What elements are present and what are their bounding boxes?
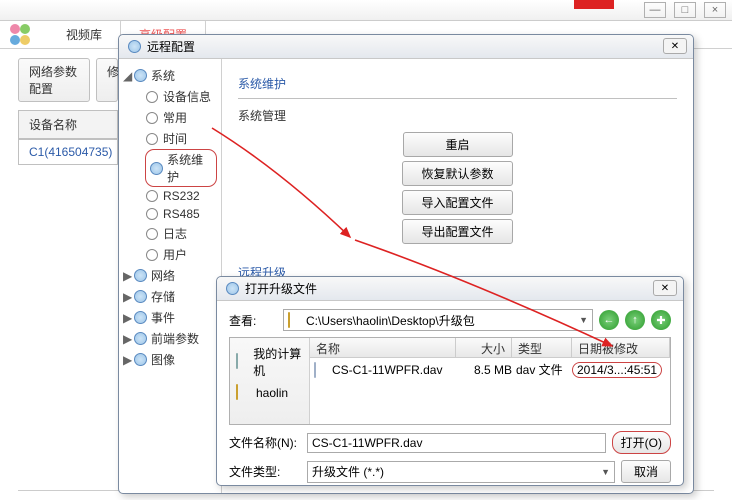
file-row[interactable]: CS-C1-11WPFR.dav 8.5 MB dav 文件 2014/3...… [310,358,670,381]
place-my-computer[interactable]: 我的计算机 [234,342,305,382]
filename-label: 文件名称(N): [229,434,301,451]
open-close-button[interactable]: ✕ [653,280,677,296]
config-tree: ◢系统 设备信息 常用 时间 系统维护 RS232 RS485 日志 用户 ▶网… [119,59,222,493]
app-icon [10,24,32,46]
folder-icon [288,313,302,327]
col-type[interactable]: 类型 [512,338,572,357]
tree-item-time[interactable]: 时间 [145,128,217,149]
col-date[interactable]: 日期被修改 [572,338,670,357]
look-in-combo[interactable]: C:\Users\haolin\Desktop\升级包 ▼ [283,309,593,331]
computer-icon [236,354,249,370]
file-date-highlight: 2014/3...:45:51 [572,362,662,378]
nav-up-button[interactable]: ↑ [625,310,645,330]
nav-back-button[interactable]: ← [599,310,619,330]
col-size[interactable]: 大小 [456,338,512,357]
tree-item-log[interactable]: 日志 [145,223,217,244]
main-close-button[interactable]: × [704,2,726,18]
folder-icon [236,385,252,401]
open-file-dialog: 打开升级文件 ✕ 查看: C:\Users\haolin\Desktop\升级包… [216,276,684,486]
restart-button[interactable]: 重启 [403,132,513,157]
filetype-combo[interactable]: 升级文件 (*.*)▼ [307,461,615,483]
dialog-icon [225,282,239,296]
nav-new-button[interactable]: ✚ [651,310,671,330]
window-icon [127,40,141,54]
file-list-header: 名称 大小 类型 日期被修改 [310,338,670,358]
look-in-label: 查看: [229,312,277,329]
tree-system[interactable]: ◢系统 [123,65,217,86]
filetype-label: 文件类型: [229,463,301,480]
remote-close-button[interactable]: ✕ [663,38,687,54]
open-dialog-title: 打开升级文件 [245,280,317,297]
main-titlebar: — □ × [0,0,732,21]
tree-item-rs232[interactable]: RS232 [145,187,217,205]
open-button[interactable]: 打开(O) [612,431,671,454]
tree-storage[interactable]: ▶存储 [123,286,217,307]
export-config-button[interactable]: 导出配置文件 [402,219,512,244]
file-icon [314,363,328,377]
remote-window-title: 远程配置 [147,38,195,55]
tree-frontend[interactable]: ▶前端参数 [123,328,217,349]
import-config-button[interactable]: 导入配置文件 [402,190,512,215]
mgmt-subtitle: 系统管理 [238,107,677,124]
col-name[interactable]: 名称 [310,338,456,357]
device-row[interactable]: C1(416504735) [18,139,118,165]
tree-image[interactable]: ▶图像 [123,349,217,370]
main-max-button[interactable]: □ [674,2,696,18]
modify-button[interactable]: 修 [96,58,118,102]
netcfg-button[interactable]: 网络参数配置 [18,58,90,102]
device-list-header: 设备名称 [18,110,118,139]
tree-item-rs485[interactable]: RS485 [145,205,217,223]
tree-item-user[interactable]: 用户 [145,244,217,265]
restore-defaults-button[interactable]: 恢复默认参数 [402,161,512,186]
place-user[interactable]: haolin [234,382,305,404]
section-title-maintenance: 系统维护 [238,69,677,99]
tab-video-library[interactable]: 视频库 [48,20,120,49]
cancel-button[interactable]: 取消 [621,460,671,483]
tree-item-maintenance[interactable]: 系统维护 [145,149,217,187]
tree-item-common[interactable]: 常用 [145,107,217,128]
filename-input[interactable] [307,433,606,453]
tree-event[interactable]: ▶事件 [123,307,217,328]
tree-item-devinfo[interactable]: 设备信息 [145,86,217,107]
red-marker [574,0,614,9]
tree-network[interactable]: ▶网络 [123,265,217,286]
main-min-button[interactable]: — [644,2,666,18]
